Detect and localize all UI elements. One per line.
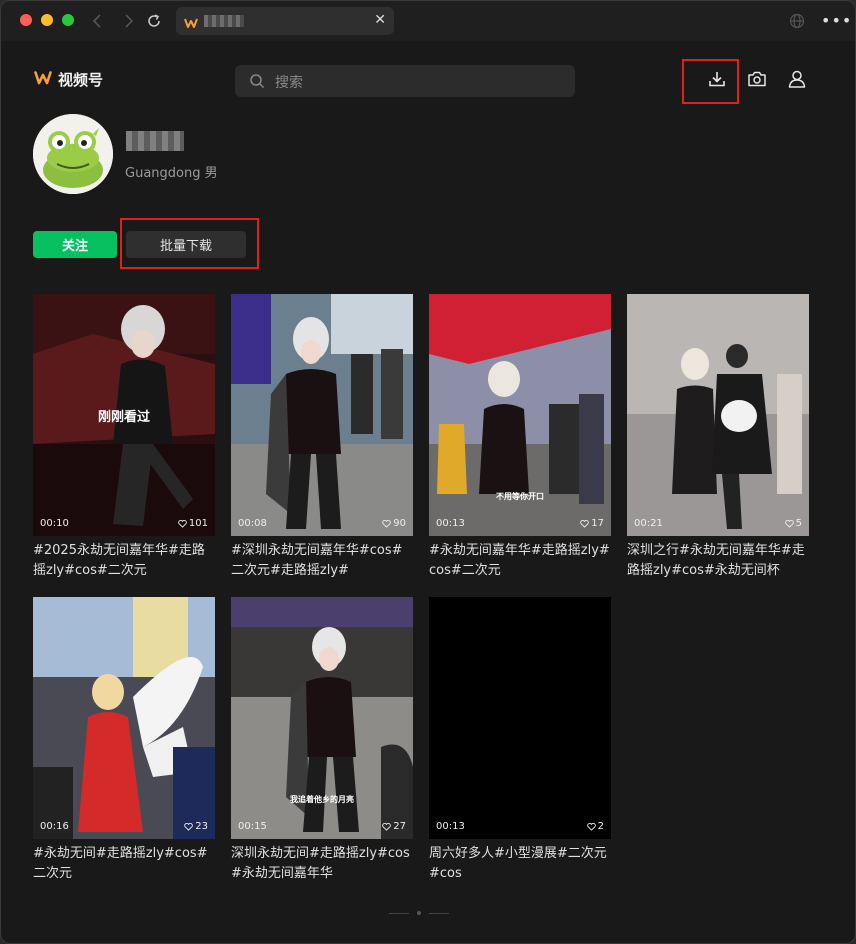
video-thumbnail[interactable]: 00:08 90: [231, 294, 413, 536]
video-subtitle: 不用等你开口: [496, 492, 544, 501]
likes-count: 23: [195, 821, 208, 832]
video-thumbnail[interactable]: 不用等你开口 00:13 17: [429, 294, 611, 536]
more-menu-icon[interactable]: •••: [821, 11, 852, 30]
tab-title: [204, 15, 244, 27]
heart-icon: [784, 519, 794, 528]
likes-count: 5: [795, 518, 802, 529]
video-duration: 00:13: [436, 518, 465, 529]
video-duration: 00:21: [634, 518, 663, 529]
heart-icon: [184, 822, 194, 831]
minimize-window-button[interactable]: [41, 14, 53, 26]
heart-icon: [586, 822, 596, 831]
likes-count: 2: [597, 821, 604, 832]
video-caption[interactable]: 周六好多人#小型漫展#二次元#cos: [429, 844, 611, 884]
search-input[interactable]: 搜索: [235, 65, 575, 97]
video-card[interactable]: 00:13 2 周六好多人#小型漫展#二次元#cos: [429, 597, 611, 884]
video-duration: 00:08: [238, 518, 267, 529]
video-thumbnail[interactable]: 00:13 2: [429, 597, 611, 839]
brand-name: 视频号: [58, 71, 104, 89]
app-window: ✕ ••• 视频号 搜索 Guangdong 男 关注 批量下载 刚刚看过 00…: [0, 0, 856, 944]
profile-button[interactable]: [781, 65, 813, 97]
forward-icon[interactable]: [119, 11, 139, 31]
video-subtitle: 我追着他乡的月亮: [290, 795, 354, 804]
loading-indicator: [389, 911, 449, 915]
globe-icon[interactable]: [789, 13, 805, 33]
video-caption[interactable]: #深圳永劫无间嘉年华#cos#二次元#走路摇zly#: [231, 541, 413, 581]
close-window-button[interactable]: [20, 14, 32, 26]
video-duration: 00:10: [40, 518, 69, 529]
video-thumbnail[interactable]: 00:16 23: [33, 597, 215, 839]
search-icon: [249, 73, 265, 93]
video-card[interactable]: 00:08 90 #深圳永劫无间嘉年华#cos#二次元#走路摇zly#: [231, 294, 413, 581]
username: [126, 131, 184, 151]
channels-logo-icon: [184, 14, 198, 33]
heart-icon: [580, 519, 590, 528]
watched-label: 刚刚看过: [97, 410, 150, 425]
video-likes: 90: [382, 518, 406, 529]
back-icon[interactable]: [87, 11, 107, 31]
browser-tab[interactable]: ✕: [176, 7, 394, 35]
search-placeholder: 搜索: [275, 75, 303, 91]
heart-icon: [178, 519, 187, 528]
video-duration: 00:13: [436, 821, 465, 832]
video-likes: 27: [382, 821, 406, 832]
video-card[interactable]: 00:16 23 #永劫无间#走路摇zly#cos#二次元: [33, 597, 215, 884]
video-caption[interactable]: #永劫无间#走路摇zly#cos#二次元: [33, 844, 215, 884]
user-icon: [787, 69, 807, 93]
video-likes: 2: [586, 821, 604, 832]
video-card[interactable]: 刚刚看过 00:10 101 #2025永劫无间嘉年华#走路摇zly#cos#二…: [33, 294, 215, 581]
video-caption[interactable]: #2025永劫无间嘉年华#走路摇zly#cos#二次元: [33, 541, 215, 581]
likes-count: 17: [591, 518, 604, 529]
reload-icon[interactable]: [144, 11, 164, 31]
zoom-window-button[interactable]: [62, 14, 74, 26]
video-card[interactable]: 我追着他乡的月亮 00:15 27 深圳永劫无间#走路摇zly#cos#永劫无间…: [231, 597, 413, 884]
likes-count: 90: [393, 518, 406, 529]
video-likes: 101: [178, 518, 208, 529]
video-thumbnail[interactable]: 我追着他乡的月亮 00:15 27: [231, 597, 413, 839]
camera-icon: [747, 70, 767, 92]
likes-count: 27: [393, 821, 406, 832]
video-caption[interactable]: 深圳之行#永劫无间嘉年华#走路摇zly#cos#永劫无间杯: [627, 541, 809, 581]
video-thumbnail[interactable]: 00:21 5: [627, 294, 809, 536]
brand[interactable]: 视频号: [34, 69, 103, 90]
video-likes: 17: [580, 518, 604, 529]
video-likes: 23: [184, 821, 208, 832]
video-thumbnail[interactable]: 刚刚看过 00:10 101: [33, 294, 215, 536]
video-likes: 5: [784, 518, 802, 529]
download-highlight-box: [682, 59, 739, 104]
heart-icon: [382, 822, 392, 831]
avatar[interactable]: [33, 114, 113, 194]
profile-location: Guangdong 男: [125, 166, 218, 181]
camera-button[interactable]: [741, 65, 773, 97]
title-bar: ✕ •••: [1, 1, 855, 41]
video-card[interactable]: 不用等你开口 00:13 17 #永劫无间嘉年华#走路摇zly#cos#二次元: [429, 294, 611, 581]
video-card[interactable]: 00:21 5 深圳之行#永劫无间嘉年华#走路摇zly#cos#永劫无间杯: [627, 294, 809, 581]
tab-close-icon[interactable]: ✕: [374, 13, 386, 27]
video-duration: 00:15: [238, 821, 267, 832]
video-caption[interactable]: 深圳永劫无间#走路摇zly#cos#永劫无间嘉年华: [231, 844, 413, 884]
batch-download-highlight-box: [120, 218, 259, 269]
heart-icon: [382, 519, 392, 528]
video-duration: 00:16: [40, 821, 69, 832]
video-caption[interactable]: #永劫无间嘉年华#走路摇zly#cos#二次元: [429, 541, 611, 581]
follow-button[interactable]: 关注: [33, 231, 117, 258]
channels-logo-icon: [34, 70, 52, 90]
likes-count: 101: [188, 518, 208, 529]
